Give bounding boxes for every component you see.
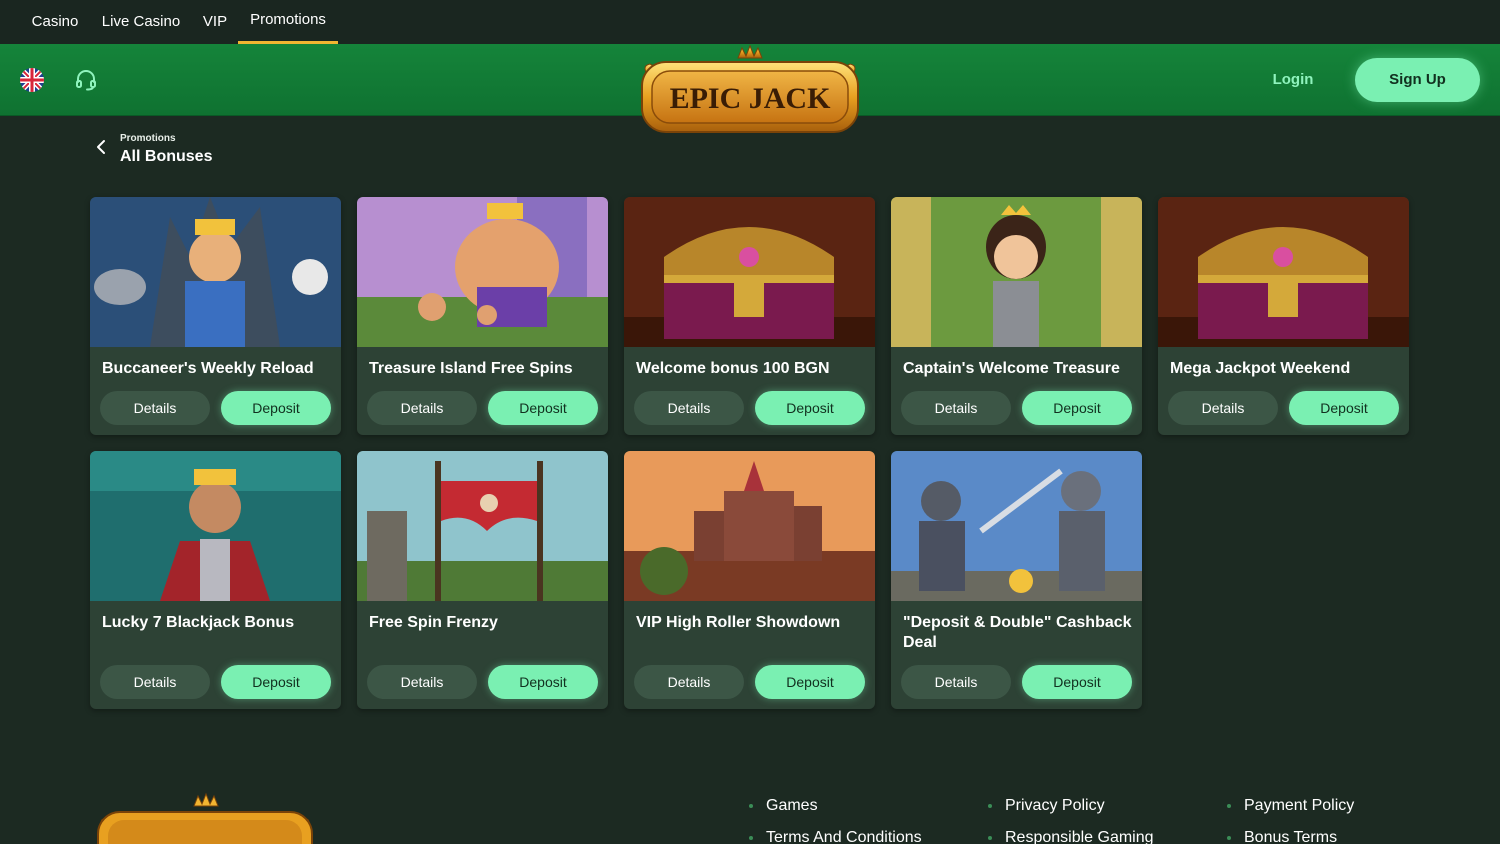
headset-icon[interactable] <box>74 68 98 92</box>
footer-link-terms[interactable]: Terms And Conditions <box>749 829 922 844</box>
details-button[interactable]: Details <box>367 665 477 699</box>
bullet-icon <box>988 804 992 808</box>
deposit-button[interactable]: Deposit <box>1022 391 1132 425</box>
bonus-title: Lucky 7 Blackjack Bonus <box>102 614 295 631</box>
bonus-card: "Deposit & Double" Cashback Deal Details… <box>891 451 1142 709</box>
deposit-button[interactable]: Deposit <box>1289 391 1399 425</box>
epic-jack-logo[interactable]: EPIC JACK <box>636 44 864 140</box>
back-chevron-icon[interactable] <box>93 138 111 156</box>
tab-live-casino[interactable]: Live Casino <box>96 0 186 44</box>
tab-casino[interactable]: Casino <box>20 0 90 44</box>
uk-flag-icon[interactable] <box>20 68 44 92</box>
bonus-image-red-banner[interactable] <box>357 451 608 601</box>
bonus-title: Treasure Island Free Spins <box>369 360 573 377</box>
tab-promotions[interactable]: Promotions <box>238 0 338 44</box>
bonus-image-treasure-chest[interactable] <box>624 197 875 347</box>
bonus-image-knights[interactable] <box>891 451 1142 601</box>
bonus-image-castle[interactable] <box>624 451 875 601</box>
deposit-button[interactable]: Deposit <box>755 391 865 425</box>
bonus-title: "Deposit & Double" Cashback Deal <box>903 614 1132 651</box>
bonus-card: VIP High Roller Showdown Details Deposit <box>624 451 875 709</box>
bullet-icon <box>1227 836 1231 840</box>
bonus-title: Buccaneer's Weekly Reload <box>102 360 314 377</box>
bonus-image-barbarian[interactable] <box>357 197 608 347</box>
bullet-icon <box>1227 804 1231 808</box>
bullet-icon <box>749 836 753 840</box>
bonus-image-treasure-chest[interactable] <box>1158 197 1409 347</box>
footer-logo[interactable] <box>94 792 316 844</box>
bonus-card: Mega Jackpot Weekend Details Deposit <box>1158 197 1409 435</box>
logo-text: EPIC JACK <box>670 82 832 115</box>
bonus-card: Treasure Island Free Spins Details Depos… <box>357 197 608 435</box>
bonus-title: Welcome bonus 100 BGN <box>636 360 830 377</box>
bonus-image-king-portrait[interactable] <box>90 451 341 601</box>
deposit-button[interactable]: Deposit <box>1022 665 1132 699</box>
bonus-title: Captain's Welcome Treasure <box>903 360 1120 377</box>
footer-link-bonus-terms[interactable]: Bonus Terms <box>1227 829 1337 844</box>
deposit-button[interactable]: Deposit <box>488 665 598 699</box>
details-button[interactable]: Details <box>100 665 210 699</box>
bonus-image-princess[interactable] <box>891 197 1142 347</box>
bonus-title: Free Spin Frenzy <box>369 614 498 631</box>
bonus-card: Free Spin Frenzy Details Deposit <box>357 451 608 709</box>
details-button[interactable]: Details <box>634 665 744 699</box>
bonus-card: Lucky 7 Blackjack Bonus Details Deposit <box>90 451 341 709</box>
details-button[interactable]: Details <box>901 391 1011 425</box>
bullet-icon <box>988 836 992 840</box>
top-navigation: Casino Live Casino VIP Promotions <box>0 0 1500 44</box>
deposit-button[interactable]: Deposit <box>221 665 331 699</box>
details-button[interactable]: Details <box>901 665 1011 699</box>
details-button[interactable]: Details <box>367 391 477 425</box>
deposit-button[interactable]: Deposit <box>755 665 865 699</box>
footer-link-responsible-gaming[interactable]: Responsible Gaming <box>988 829 1154 844</box>
bullet-icon <box>749 804 753 808</box>
bonus-title: VIP High Roller Showdown <box>636 614 841 631</box>
tab-vip[interactable]: VIP <box>196 0 234 44</box>
details-button[interactable]: Details <box>1168 391 1278 425</box>
bonus-card: Welcome bonus 100 BGN Details Deposit <box>624 197 875 435</box>
deposit-button[interactable]: Deposit <box>488 391 598 425</box>
footer-link-payment-policy[interactable]: Payment Policy <box>1227 797 1354 815</box>
bonus-card: Buccaneer's Weekly Reload Details Deposi… <box>90 197 341 435</box>
bonus-title: Mega Jackpot Weekend <box>1170 360 1351 377</box>
login-button[interactable]: Login <box>1262 68 1324 92</box>
signup-button[interactable]: Sign Up <box>1355 58 1480 102</box>
bonus-card: Captain's Welcome Treasure Details Depos… <box>891 197 1142 435</box>
footer-link-games[interactable]: Games <box>749 797 818 815</box>
page-title: All Bonuses <box>120 148 213 165</box>
bonus-image-king-throne[interactable] <box>90 197 341 347</box>
deposit-button[interactable]: Deposit <box>221 391 331 425</box>
details-button[interactable]: Details <box>100 391 210 425</box>
details-button[interactable]: Details <box>634 391 744 425</box>
footer-link-privacy-policy[interactable]: Privacy Policy <box>988 797 1105 815</box>
breadcrumb-parent[interactable]: Promotions <box>120 133 176 144</box>
